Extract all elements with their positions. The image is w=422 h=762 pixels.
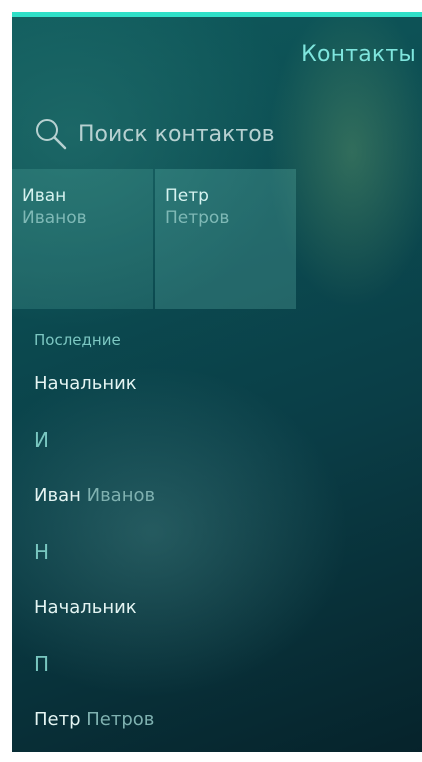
accent-bar <box>12 12 422 17</box>
section-letter: П <box>34 652 50 676</box>
contact-list: Последние Начальник И Иван Иванов Н Нача… <box>34 324 414 748</box>
search-field[interactable]: Поиск контактов <box>34 116 275 152</box>
contacts-app: Контакты Поиск контактов Иван Иванов Пет… <box>12 12 422 752</box>
contact-first-name: Петр <box>34 709 81 730</box>
contact-list-item[interactable]: Начальник <box>34 580 414 636</box>
section-letter: Н <box>34 540 50 564</box>
favorite-last-name: Иванов <box>22 208 87 228</box>
search-input[interactable]: Поиск контактов <box>78 122 275 147</box>
favorite-first-name: Иван <box>22 186 67 206</box>
contact-first-name: Начальник <box>34 373 137 394</box>
favorite-contact-card[interactable]: Иван Иванов <box>12 169 153 309</box>
search-icon <box>34 117 68 151</box>
favorite-last-name: Петров <box>165 208 230 228</box>
contact-list-item[interactable]: Петр Петров <box>34 692 414 748</box>
section-header-recent: Последние <box>34 331 121 349</box>
contact-last-name: Петров <box>86 709 155 730</box>
page-title: Контакты <box>301 42 416 67</box>
favorite-first-name: Петр <box>165 186 209 206</box>
section-letter: И <box>34 428 49 452</box>
contact-first-name: Начальник <box>34 597 137 618</box>
contact-list-item[interactable]: Начальник <box>34 356 414 412</box>
contact-last-name: Иванов <box>86 485 156 506</box>
favorite-contact-card[interactable]: Петр Петров <box>155 169 296 309</box>
contact-list-item[interactable]: Иван Иванов <box>34 468 414 524</box>
contact-first-name: Иван <box>34 485 81 506</box>
favorites-grid: Иван Иванов Петр Петров <box>12 169 296 309</box>
